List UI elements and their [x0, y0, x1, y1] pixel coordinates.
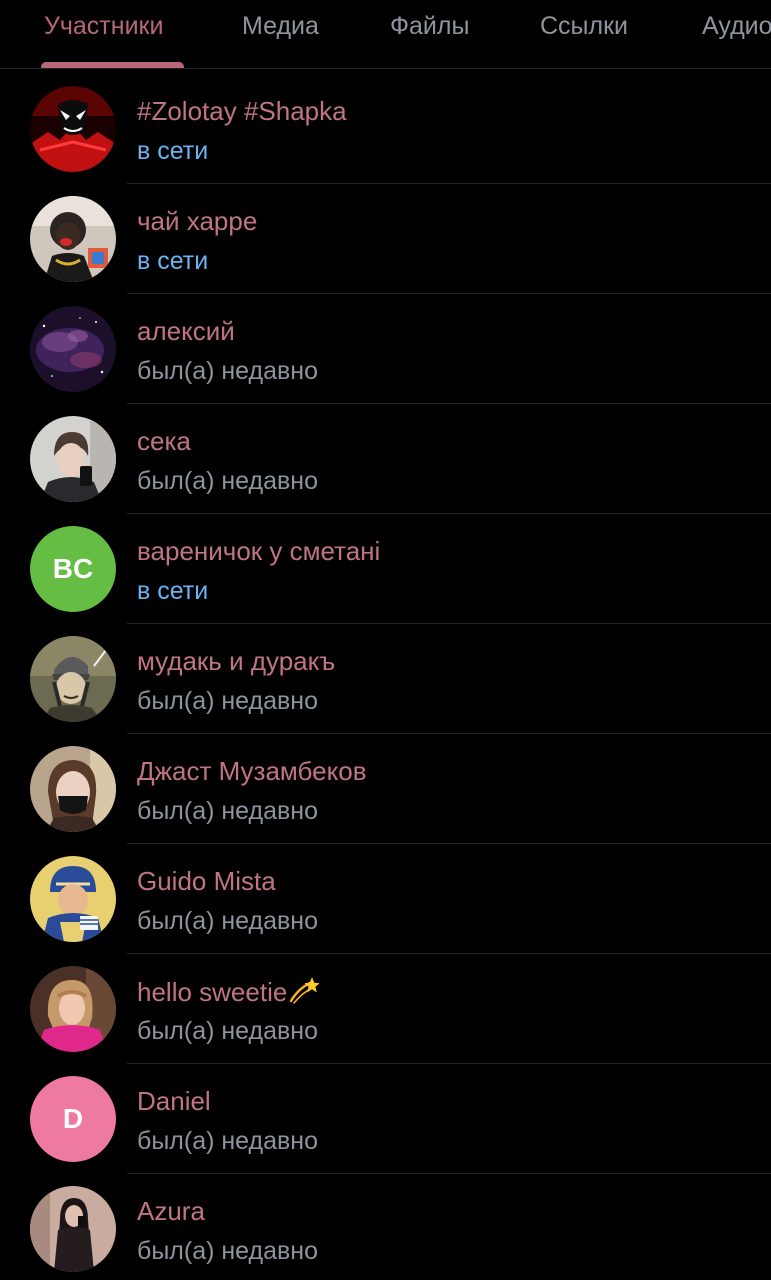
member-row[interactable]: сека был(а) недавно	[0, 404, 771, 514]
member-name-text: hello sweetie	[137, 977, 288, 1007]
red-masked-hero-avatar	[30, 86, 116, 172]
member-row[interactable]: алексий был(а) недавно	[0, 294, 771, 404]
member-row[interactable]: мудакь и дуракъ был(а) недавно	[0, 624, 771, 734]
pink-jacket-photo-avatar	[30, 966, 116, 1052]
members-list: #Zolotay #Shapka в сети чай харре в сети	[0, 74, 771, 1280]
member-status: в сети	[137, 137, 209, 165]
face-paint-photo-avatar	[30, 196, 116, 282]
member-name: алексий	[137, 316, 235, 346]
member-name: Джаст Музамбеков	[137, 756, 367, 786]
member-name: мудакь и дуракъ	[137, 646, 336, 676]
tab-audio[interactable]: Аудио	[702, 11, 771, 41]
member-status: в сети	[137, 577, 209, 605]
mirror-photo-avatar	[30, 1186, 116, 1272]
tab-media[interactable]: Медиа	[242, 11, 319, 41]
initials-avatar: BC	[30, 526, 116, 612]
anime-character-avatar	[30, 856, 116, 942]
mirror-selfie-avatar	[30, 416, 116, 502]
member-status: был(а) недавно	[137, 1237, 319, 1265]
member-status: был(а) недавно	[137, 687, 319, 715]
initials-avatar: D	[30, 1076, 116, 1162]
member-status: был(а) недавно	[137, 357, 319, 385]
member-name: Guido Mista	[137, 866, 276, 896]
member-row[interactable]: D Daniel был(а) недавно	[0, 1064, 771, 1174]
member-status: в сети	[137, 247, 209, 275]
member-status: был(а) недавно	[137, 907, 319, 935]
member-row[interactable]: Guido Mista был(а) недавно	[0, 844, 771, 954]
member-name: чай харре	[137, 206, 258, 236]
active-tab-indicator	[41, 62, 184, 68]
avatar-initials: BC	[30, 526, 116, 612]
nebula-space-avatar	[30, 306, 116, 392]
member-status: был(а) недавно	[137, 1127, 319, 1155]
tab-bar: Участники Медиа Файлы Ссылки Аудио	[0, 0, 771, 69]
member-name: вареничок у сметанi	[137, 536, 381, 566]
avatar-initials: D	[30, 1076, 116, 1162]
drawn-beanie-character-avatar	[30, 636, 116, 722]
black-face-mask-photo-avatar	[30, 746, 116, 832]
member-row[interactable]: чай харре в сети	[0, 184, 771, 294]
member-row[interactable]: hello sweetie был(а) недавно	[0, 954, 771, 1064]
member-status: был(а) недавно	[137, 797, 319, 825]
member-name: Azura	[137, 1196, 205, 1226]
tab-links[interactable]: Ссылки	[540, 11, 628, 41]
member-row[interactable]: #Zolotay #Shapka в сети	[0, 74, 771, 184]
member-name: Daniel	[137, 1086, 211, 1116]
tab-members[interactable]: Участники	[44, 11, 163, 41]
member-row[interactable]: Azura был(а) недавно	[0, 1174, 771, 1280]
member-name: hello sweetie	[137, 975, 320, 1008]
member-row[interactable]: Джаст Музамбеков был(а) недавно	[0, 734, 771, 844]
member-name: #Zolotay #Shapka	[137, 96, 347, 126]
member-row[interactable]: BC вареничок у сметанi в сети	[0, 514, 771, 624]
member-status: был(а) недавно	[137, 1017, 319, 1045]
member-status: был(а) недавно	[137, 467, 319, 495]
tab-files[interactable]: Файлы	[390, 11, 469, 41]
dizzy-star-emoji-icon	[290, 977, 320, 1004]
member-name: сека	[137, 426, 191, 456]
